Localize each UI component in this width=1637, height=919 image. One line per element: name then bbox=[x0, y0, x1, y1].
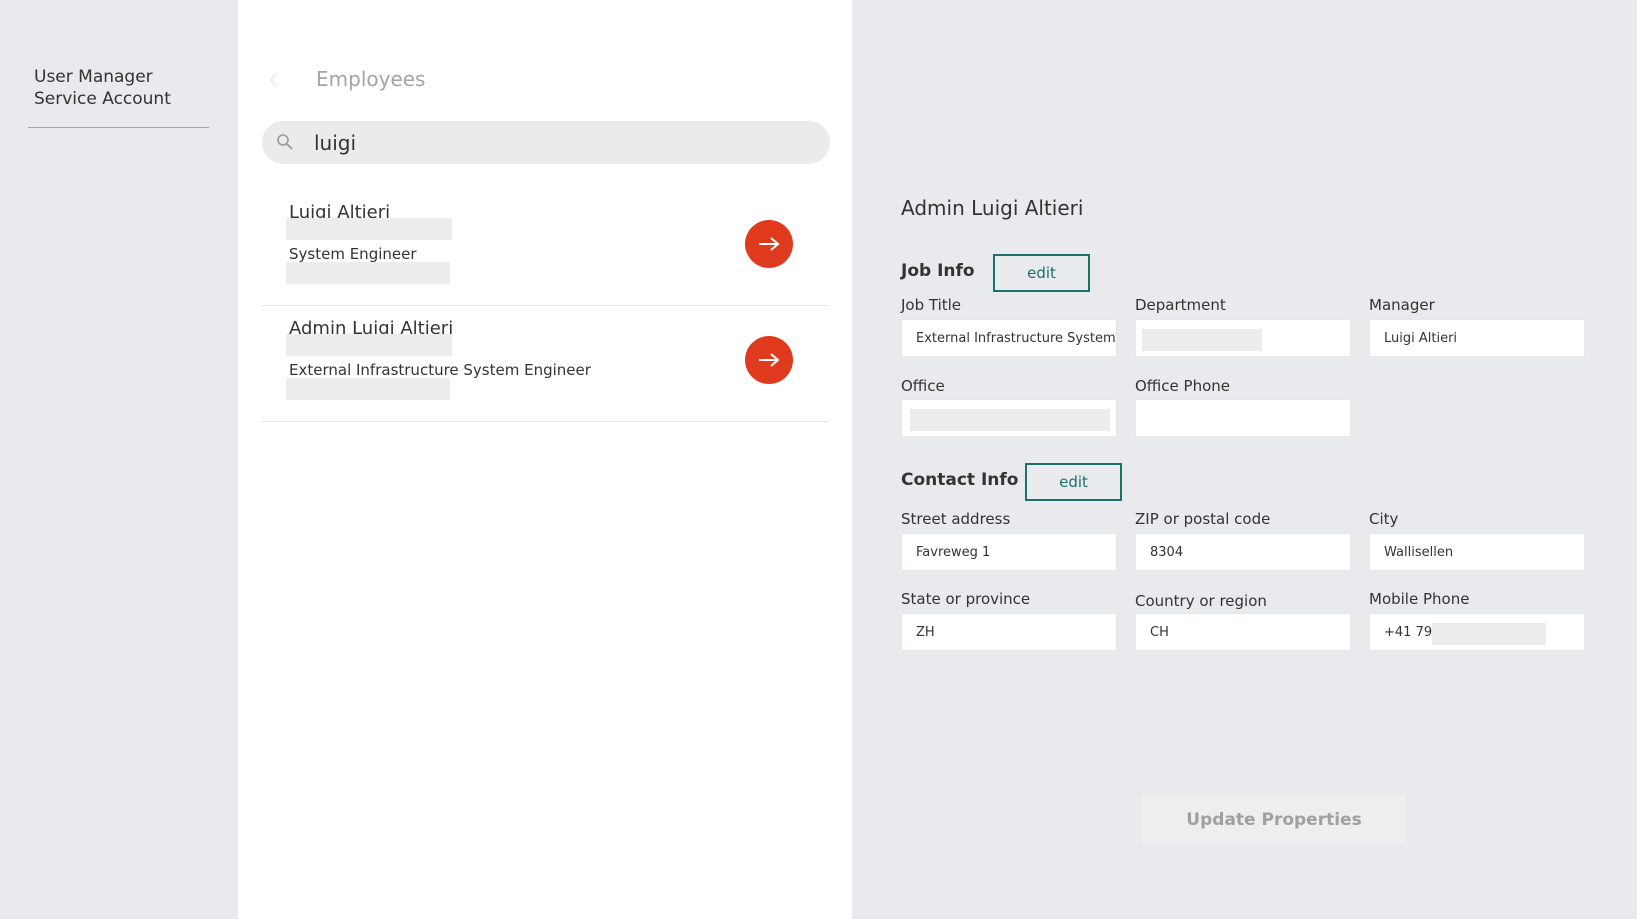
update-properties-button[interactable]: Update Properties bbox=[1142, 795, 1406, 844]
mobile-phone-field[interactable]: +41 79 bbox=[1369, 613, 1585, 651]
redacted-block bbox=[286, 262, 450, 284]
redacted-block bbox=[286, 334, 452, 356]
contact-info-edit-button[interactable]: edit bbox=[1025, 463, 1122, 501]
account-name-line2: Service Account bbox=[34, 89, 171, 109]
account-pane: User Manager Service Account bbox=[0, 0, 238, 919]
manager-field[interactable]: Luigi Altieri bbox=[1369, 319, 1585, 357]
search-box[interactable] bbox=[262, 121, 830, 164]
department-field[interactable] bbox=[1135, 319, 1351, 357]
redacted-block bbox=[1142, 329, 1262, 351]
search-icon bbox=[276, 133, 294, 151]
city-field[interactable]: Wallisellen bbox=[1369, 533, 1585, 571]
contact-info-heading: Contact Info bbox=[901, 470, 1019, 490]
street-address-field[interactable]: Favreweg 1 bbox=[901, 533, 1117, 571]
city-label: City bbox=[1369, 510, 1399, 528]
account-name: User Manager Service Account bbox=[34, 66, 214, 110]
office-phone-field[interactable] bbox=[1135, 399, 1351, 437]
country-field[interactable]: CH bbox=[1135, 613, 1351, 651]
office-phone-label: Office Phone bbox=[1135, 377, 1231, 395]
state-label: State or province bbox=[901, 590, 1031, 608]
employees-title: Employees bbox=[316, 67, 426, 91]
open-employee-button[interactable] bbox=[745, 336, 793, 384]
redacted-block bbox=[1432, 623, 1546, 645]
manager-label: Manager bbox=[1369, 296, 1435, 314]
result-job-title: System Engineer bbox=[289, 245, 417, 263]
job-title-field[interactable]: External Infrastructure System E bbox=[901, 319, 1117, 357]
chevron-left-icon[interactable] bbox=[268, 70, 282, 90]
result-job-title: External Infrastructure System Engineer bbox=[289, 361, 591, 379]
redacted-block bbox=[286, 218, 452, 240]
zip-field[interactable]: 8304 bbox=[1135, 533, 1351, 571]
state-field[interactable]: ZH bbox=[901, 613, 1117, 651]
office-label: Office bbox=[901, 377, 945, 395]
country-label: Country or region bbox=[1135, 592, 1267, 610]
mobile-phone-label: Mobile Phone bbox=[1369, 590, 1470, 608]
mobile-phone-value: +41 79 bbox=[1384, 625, 1433, 640]
open-employee-button[interactable] bbox=[745, 220, 793, 268]
search-input[interactable] bbox=[314, 127, 814, 158]
redacted-block bbox=[910, 409, 1110, 431]
job-info-heading: Job Info bbox=[901, 261, 975, 281]
list-item[interactable]: Luigi Altieri System Engineer bbox=[261, 190, 829, 306]
arrow-right-icon bbox=[759, 353, 780, 367]
arrow-right-icon bbox=[759, 237, 780, 251]
account-name-line1: User Manager bbox=[34, 67, 153, 87]
list-item[interactable]: Admin Luigi Altieri External Infrastruct… bbox=[261, 306, 829, 422]
account-divider bbox=[28, 127, 209, 128]
department-label: Department bbox=[1135, 296, 1226, 314]
employee-detail-title: Admin Luigi Altieri bbox=[901, 196, 1084, 220]
job-title-label: Job Title bbox=[901, 296, 962, 314]
zip-label: ZIP or postal code bbox=[1135, 510, 1271, 528]
office-field[interactable] bbox=[901, 399, 1117, 437]
redacted-block bbox=[286, 378, 450, 400]
street-address-label: Street address bbox=[901, 510, 1011, 528]
job-info-edit-button[interactable]: edit bbox=[993, 254, 1090, 292]
